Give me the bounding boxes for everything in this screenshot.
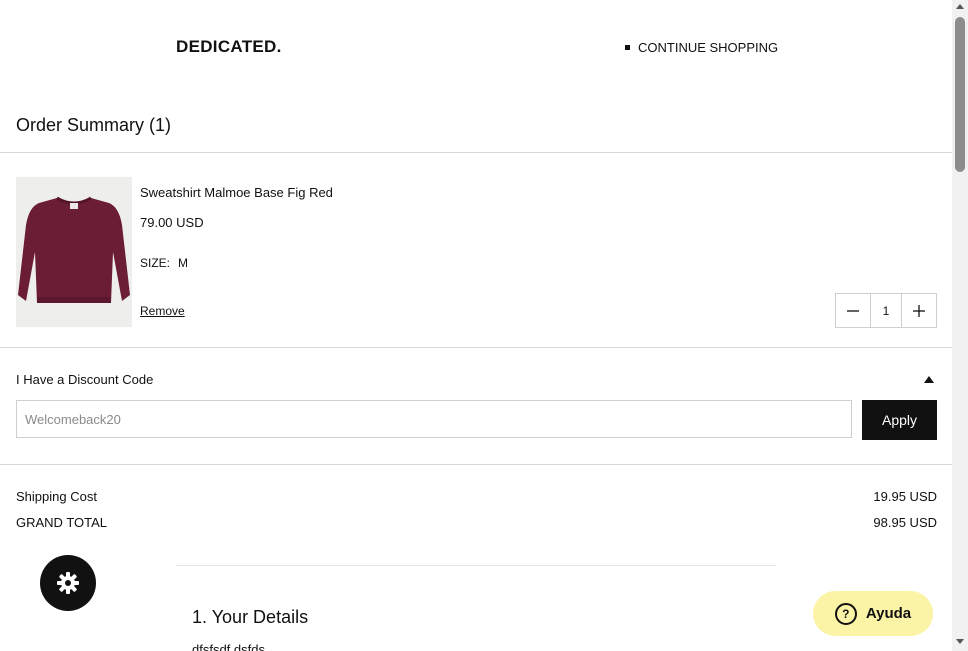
your-details-text: dfsfsdf dsfds	[192, 642, 265, 651]
gear-icon	[57, 572, 79, 594]
grand-total-label: GRAND TOTAL	[16, 515, 108, 530]
collapse-arrow-icon[interactable]	[924, 376, 934, 383]
checkout-page: DEDICATED. CONTINUE SHOPPING Order Summa…	[0, 0, 952, 651]
quantity-stepper: 1	[835, 293, 937, 328]
divider	[0, 152, 952, 153]
discount-code-label[interactable]: I Have a Discount Code	[16, 372, 153, 387]
scroll-up-arrow-icon[interactable]	[956, 4, 964, 9]
quantity-value[interactable]: 1	[870, 294, 902, 327]
plus-icon	[913, 304, 925, 317]
remove-item-link[interactable]: Remove	[140, 304, 185, 318]
help-button[interactable]: ? Ayuda	[813, 591, 933, 636]
shipping-cost-value: 19.95 USD	[873, 489, 937, 504]
help-label: Ayuda	[865, 605, 912, 622]
question-icon: ?	[834, 602, 857, 625]
grand-total-value: 98.95 USD	[873, 515, 937, 530]
discount-code-input[interactable]	[16, 400, 852, 438]
section-divider	[176, 565, 776, 566]
vertical-scrollbar[interactable]	[952, 0, 968, 651]
product-image	[16, 177, 132, 327]
your-details-heading: 1. Your Details	[192, 607, 309, 627]
size-label: SIZE:	[140, 256, 171, 270]
continue-shopping-link[interactable]: CONTINUE SHOPPING	[625, 40, 778, 55]
divider	[0, 347, 952, 348]
product-price: 79.00 USD	[140, 215, 204, 230]
product-size: SIZE: M	[140, 256, 188, 270]
increase-quantity-button[interactable]	[902, 294, 936, 327]
square-bullet-icon	[625, 45, 630, 50]
order-summary-title: Order Summary (1)	[16, 115, 172, 135]
shipping-cost-label: Shipping Cost	[16, 489, 97, 504]
brand-logo[interactable]: DEDICATED.	[176, 37, 282, 57]
scrollbar-thumb[interactable]	[955, 17, 965, 172]
settings-button[interactable]	[40, 555, 96, 611]
minus-icon	[847, 309, 859, 312]
continue-shopping-label: CONTINUE SHOPPING	[638, 40, 779, 55]
apply-discount-button[interactable]: Apply	[862, 400, 937, 440]
sweatshirt-icon	[18, 196, 130, 303]
scroll-down-arrow-icon[interactable]	[956, 639, 964, 644]
size-value: M	[178, 256, 189, 270]
product-name[interactable]: Sweatshirt Malmoe Base Fig Red	[140, 185, 333, 200]
divider	[0, 464, 952, 465]
decrease-quantity-button[interactable]	[836, 294, 870, 327]
